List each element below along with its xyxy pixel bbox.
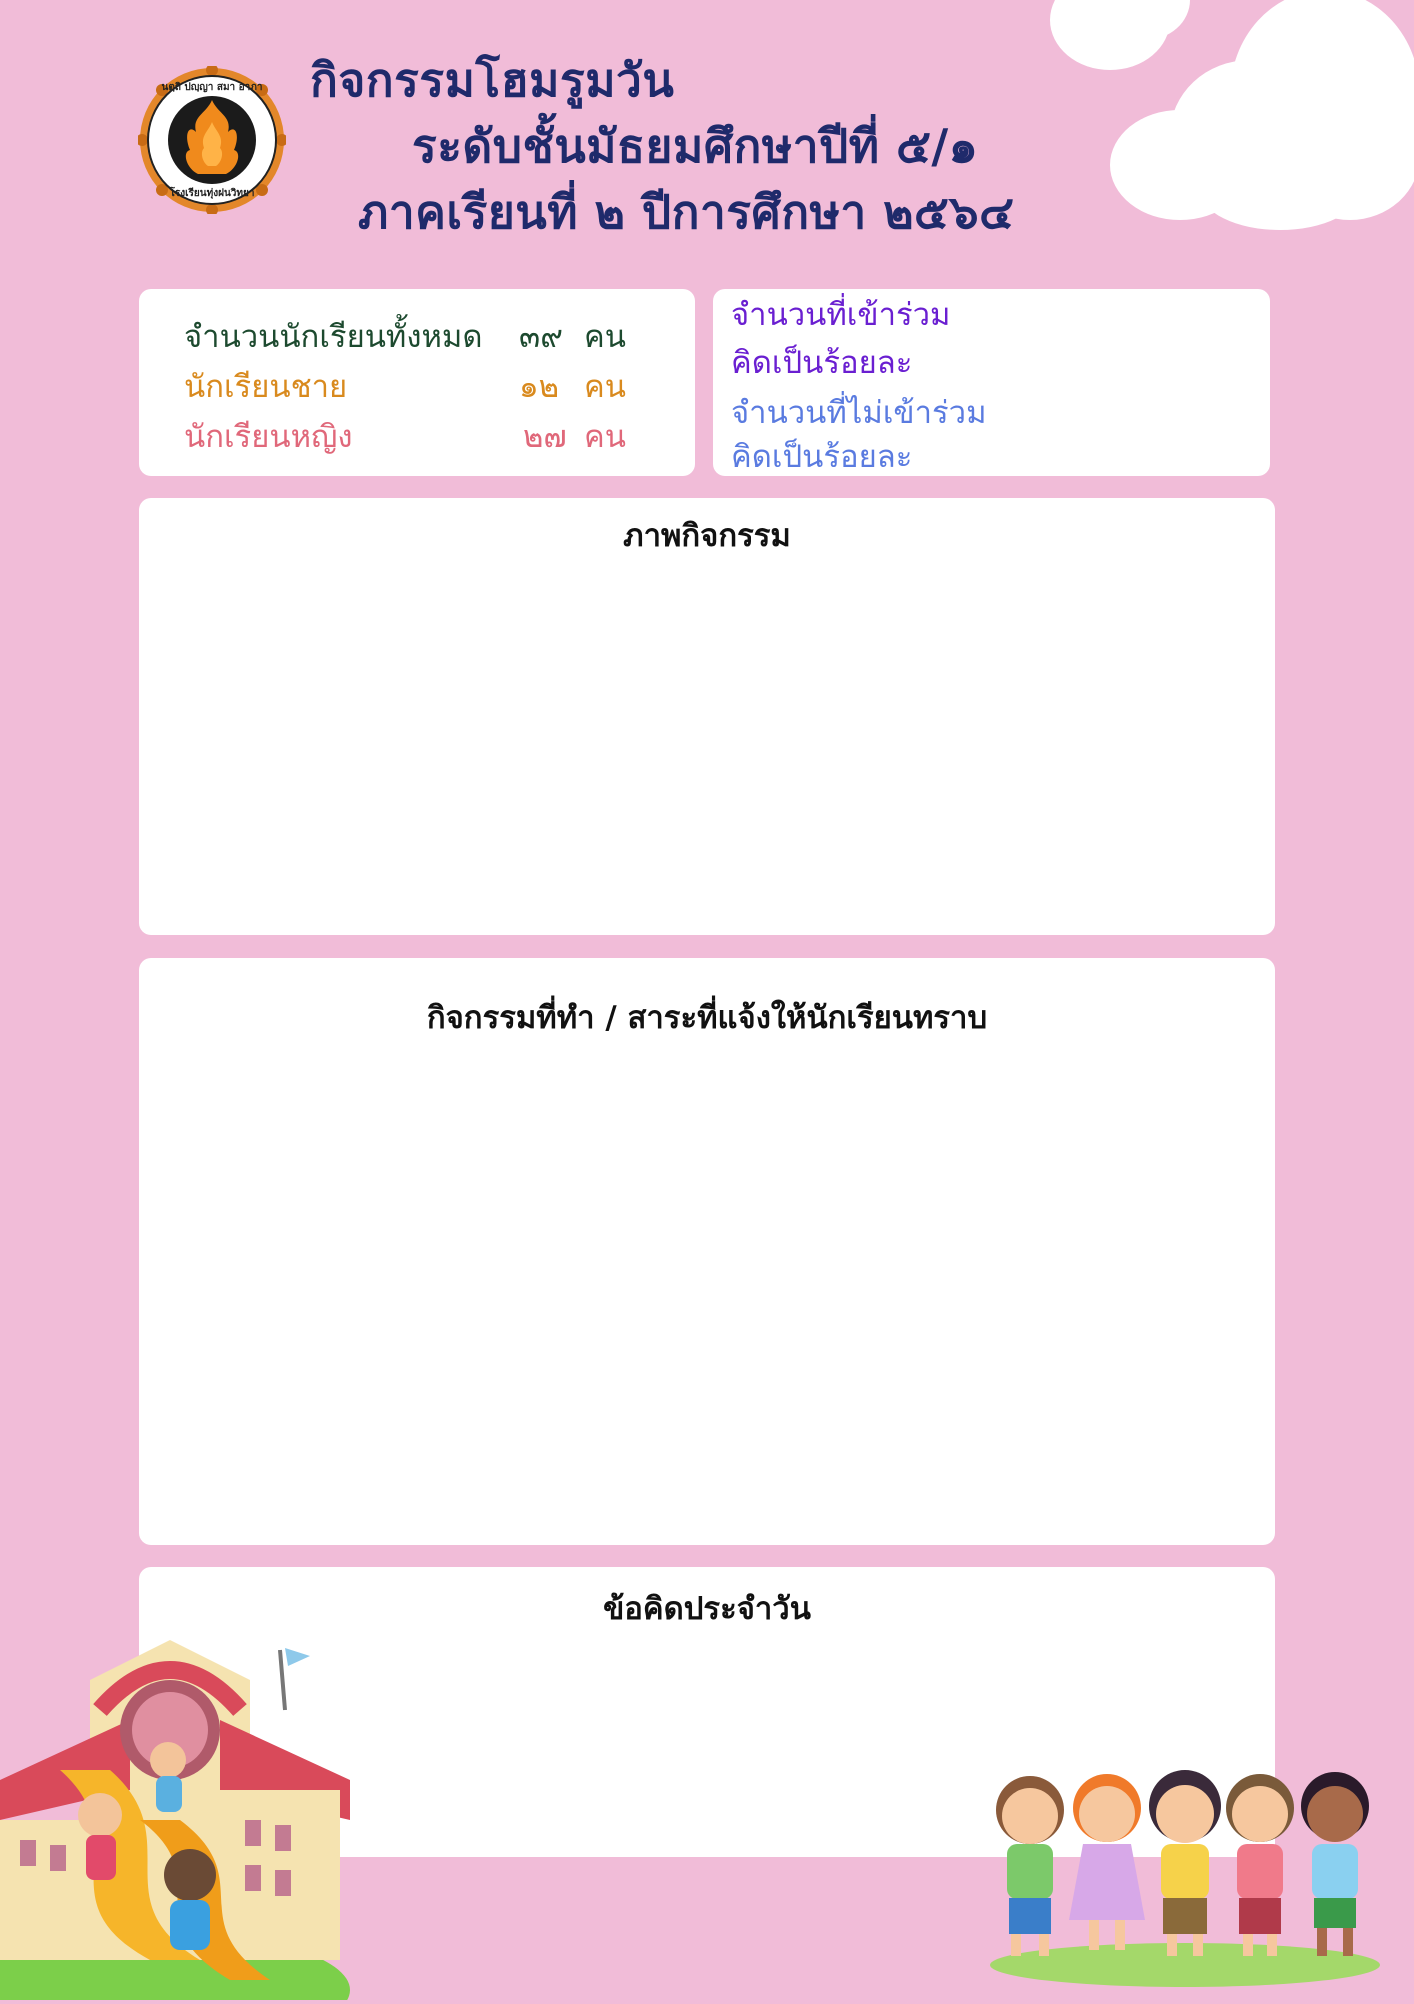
female-students-value: ๒๗: [523, 419, 567, 455]
page-title-line-3: ภาคเรียนที่ ๒ ปีการศึกษา ๒๕๖๔: [358, 185, 1015, 239]
school-logo: นตฺถิ ปญฺญา สมา อาภา โรงเรียนทุ่งฝนวิทยา: [136, 64, 288, 216]
school-slide-illustration: [0, 1620, 360, 2004]
female-students-unit: คน: [584, 419, 626, 455]
present-count-label: จำนวนที่เข้าร่วม: [731, 297, 951, 333]
present-percent-label: คิดเป็นร้อยละ: [731, 345, 913, 381]
female-students-label: นักเรียนหญิง: [184, 419, 353, 455]
male-students-value: ๑๒: [519, 369, 560, 405]
activity-photos-heading: ภาพกิจกรรม: [623, 518, 791, 554]
activities-heading: กิจกรรมที่ทำ / สาระที่แจ้งให้นักเรียนทรา…: [426, 1000, 988, 1036]
total-students-value: ๓๙: [519, 319, 563, 355]
attendance-card: จำนวนที่เข้าร่วม คิดเป็นร้อยละ จำนวนที่ไ…: [713, 289, 1270, 476]
logo-text-bottom: โรงเรียนทุ่งฝนวิทยา: [169, 188, 255, 199]
male-students-unit: คน: [584, 369, 626, 405]
activity-photos-section: ภาพกิจกรรม: [139, 498, 1275, 935]
male-students-label: นักเรียนชาย: [184, 369, 348, 405]
page-title-line-2: ระดับชั้นมัธยมศึกษาปีที่ ๕/๑: [412, 119, 979, 173]
logo-text-top: นตฺถิ ปญฺญา สมา อาภา: [161, 82, 263, 93]
total-students-unit: คน: [584, 319, 626, 355]
activities-section: กิจกรรมที่ทำ / สาระที่แจ้งให้นักเรียนทรา…: [139, 958, 1275, 1545]
total-students-label: จำนวนนักเรียนทั้งหมด: [184, 319, 483, 355]
absent-percent-label: คิดเป็นร้อยละ: [731, 439, 913, 475]
kids-group-illustration: [985, 1750, 1385, 1990]
absent-count-label: จำนวนที่ไม่เข้าร่วม: [731, 395, 987, 431]
page-title-line-1: กิจกรรมโฮมรูมวัน: [310, 53, 675, 107]
student-stats-card: จำนวนนักเรียนทั้งหมด ๓๙ คน นักเรียนชาย ๑…: [139, 289, 695, 476]
